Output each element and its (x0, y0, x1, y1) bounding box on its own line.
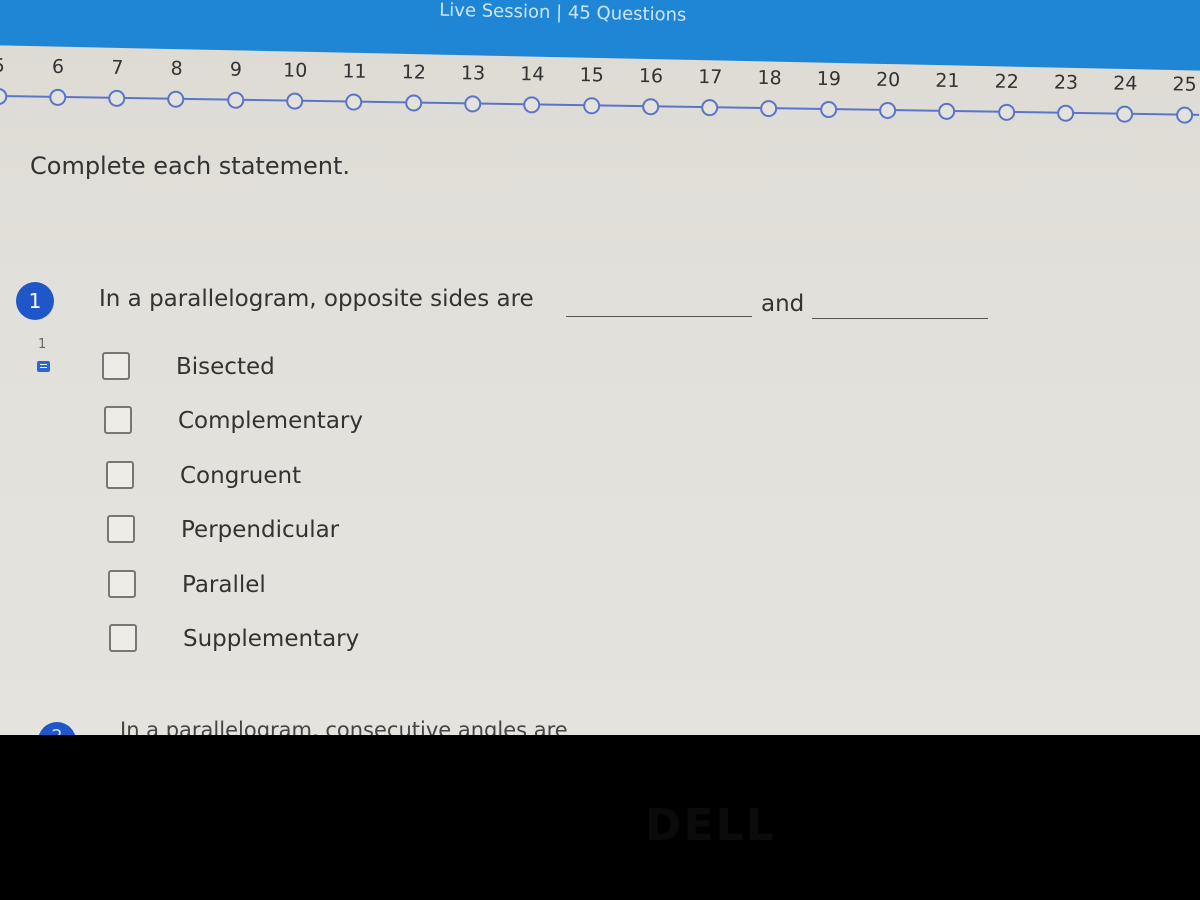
nav-step[interactable]: 20 (868, 64, 909, 120)
nav-step-dot-icon[interactable] (997, 103, 1015, 121)
nav-step[interactable]: 6 (37, 51, 78, 107)
nav-step[interactable]: 9 (215, 53, 256, 109)
nav-step-dot-icon[interactable] (404, 94, 422, 112)
question-text-2: In a parallelogram, consecutive angles a… (120, 718, 568, 735)
nav-step[interactable]: 19 (808, 63, 849, 119)
question-number-badge[interactable]: 1 (16, 282, 54, 320)
nav-step-dot-icon[interactable] (819, 100, 837, 119)
nav-step-number: 13 (460, 62, 486, 85)
nav-step-number: 23 (1053, 71, 1079, 94)
nav-step[interactable]: 13 (452, 57, 493, 113)
connector-text: and (761, 291, 805, 317)
nav-step-dot-icon[interactable] (1116, 105, 1134, 123)
nav-step[interactable]: 15 (571, 59, 612, 115)
dell-logo: DELL (645, 800, 776, 851)
option-label: Congruent (180, 463, 302, 489)
nav-step-dot-icon[interactable] (463, 95, 482, 113)
nav-step[interactable]: 8 (156, 52, 197, 108)
nav-step[interactable]: 11 (334, 55, 375, 111)
comment-count: 1 (38, 337, 47, 352)
checkbox[interactable] (107, 515, 135, 543)
nav-step-dot-icon[interactable] (641, 98, 660, 116)
nav-step-dot-icon[interactable] (701, 99, 719, 117)
nav-step[interactable]: 25 (1164, 68, 1200, 124)
nav-step[interactable]: 22 (986, 66, 1027, 122)
nav-step[interactable]: 21 (927, 65, 968, 121)
nav-step-number: 19 (816, 67, 842, 91)
nav-step-dot-icon[interactable] (345, 93, 363, 111)
nav-step-dot-icon[interactable] (1175, 106, 1193, 124)
nav-step-dot-icon[interactable] (760, 99, 778, 118)
nav-step-dot-icon[interactable] (523, 96, 541, 114)
nav-step-number: 25 (1172, 73, 1197, 96)
nav-step-number: 16 (638, 65, 664, 88)
nav-step[interactable]: 18 (749, 62, 790, 118)
nav-step[interactable]: 14 (512, 58, 553, 114)
header-title: Live Session | 45 Questions (439, 0, 687, 26)
answer-blank-2[interactable] (812, 318, 988, 319)
nav-step-number: 12 (401, 61, 427, 84)
checkbox[interactable] (102, 352, 130, 380)
nav-step-number: 15 (579, 64, 604, 87)
option-label: Bisected (176, 354, 275, 380)
nav-step-dot-icon[interactable] (108, 89, 126, 107)
nav-step-number: 7 (111, 56, 124, 79)
nav-step-number: 14 (520, 63, 545, 86)
nav-step[interactable]: 23 (1045, 66, 1086, 122)
nav-step-number: 22 (994, 70, 1019, 94)
nav-step[interactable]: 24 (1105, 67, 1146, 123)
nav-step-dot-icon[interactable] (1056, 104, 1075, 122)
nav-step-dot-icon[interactable] (0, 87, 7, 106)
checkbox[interactable] (106, 461, 134, 489)
checkbox[interactable] (108, 570, 136, 598)
nav-step[interactable]: 10 (275, 54, 316, 110)
option-label: Parallel (182, 572, 266, 598)
checkbox[interactable] (104, 406, 132, 434)
nav-step[interactable]: 7 (97, 52, 138, 108)
nav-step-dot-icon[interactable] (48, 88, 67, 107)
nav-step-dot-icon[interactable] (938, 102, 956, 121)
checkbox[interactable] (109, 624, 137, 652)
answer-blank-1[interactable] (566, 316, 752, 317)
option-label: Perpendicular (181, 517, 340, 543)
nav-step-number: 21 (935, 69, 960, 93)
nav-step[interactable]: 5 (0, 50, 19, 106)
nav-step-dot-icon[interactable] (286, 92, 304, 110)
option-label: Supplementary (183, 626, 360, 652)
nav-step-dot-icon[interactable] (879, 101, 897, 120)
nav-step-number: 18 (757, 66, 782, 90)
quiz-screen: Live Session | 45 Questions 5 6 7 8 9 10 11 12 1… (0, 0, 1200, 735)
monitor-bezel (0, 735, 1200, 900)
nav-step-number: 11 (342, 60, 367, 83)
nav-step-number: 6 (51, 55, 65, 79)
nav-step-number: 24 (1113, 72, 1138, 95)
comment-icon[interactable] (37, 361, 50, 372)
question-number-badge-2[interactable]: 2 (38, 722, 76, 735)
nav-step-number: 10 (282, 59, 308, 82)
nav-step-dot-icon[interactable] (226, 91, 245, 109)
nav-step-number: 20 (875, 68, 901, 92)
instruction-text: Complete each statement. (30, 152, 350, 180)
nav-step[interactable]: 17 (690, 61, 731, 117)
nav-step[interactable]: 12 (393, 56, 434, 112)
nav-step-dot-icon[interactable] (167, 90, 185, 108)
option-label: Complementary (178, 408, 363, 434)
nav-step[interactable]: 16 (630, 60, 671, 116)
nav-step-number: 9 (229, 58, 243, 81)
nav-step-dot-icon[interactable] (582, 97, 600, 115)
nav-step-number: 5 (0, 54, 5, 78)
nav-step-number: 8 (170, 57, 183, 80)
question-text: In a parallelogram, opposite sides are (99, 286, 534, 312)
nav-step-number: 17 (697, 65, 723, 89)
